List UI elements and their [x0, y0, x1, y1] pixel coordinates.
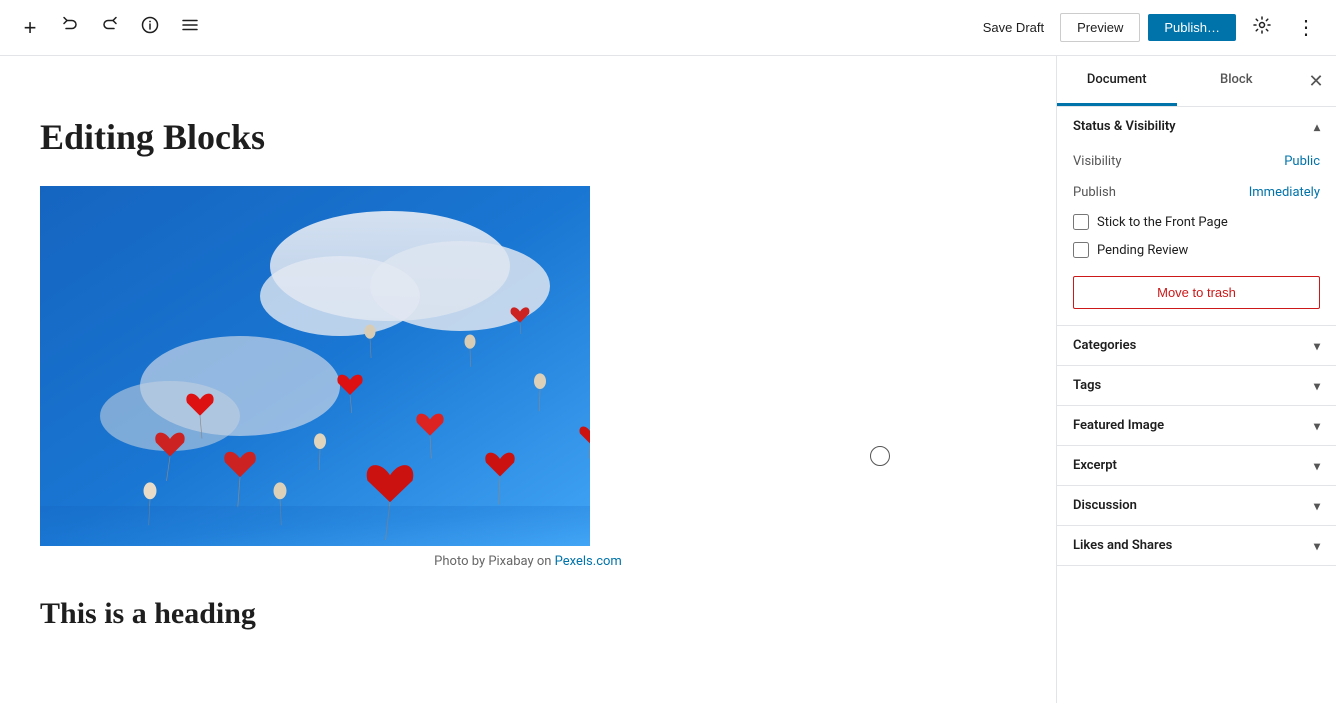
panel-discussion-header[interactable]: Discussion ▾	[1057, 486, 1336, 525]
panel-categories-header[interactable]: Categories ▾	[1057, 326, 1336, 365]
undo-icon	[61, 16, 79, 39]
chevron-up-icon: ▴	[1314, 120, 1320, 134]
chevron-down-icon-tags: ▾	[1314, 379, 1320, 393]
panel-tags-header[interactable]: Tags ▾	[1057, 366, 1336, 405]
tools-icon	[181, 16, 199, 39]
sidebar-close-button[interactable]: ✕	[1296, 57, 1336, 105]
redo-button[interactable]	[92, 10, 128, 46]
sidebar: Document Block ✕ Status & Visibility ▴ V…	[1056, 56, 1336, 703]
tools-button[interactable]	[172, 10, 208, 46]
panel-excerpt: Excerpt ▾	[1057, 446, 1336, 486]
post-image-container: Photo by Pixabay on Pexels.com	[40, 186, 1016, 569]
save-draft-button[interactable]: Save Draft	[975, 14, 1052, 41]
toolbar-right: Save Draft Preview Publish… ⋮	[975, 10, 1324, 46]
chevron-down-icon-excerpt: ▾	[1314, 459, 1320, 473]
publish-value[interactable]: Immediately	[1249, 185, 1320, 200]
panel-categories: Categories ▾	[1057, 326, 1336, 366]
panel-featured-image-title: Featured Image	[1073, 418, 1164, 433]
chevron-down-icon-likes: ▾	[1314, 539, 1320, 553]
more-options-button[interactable]: ⋮	[1288, 10, 1324, 46]
panel-likes-shares-title: Likes and Shares	[1073, 538, 1172, 553]
add-icon: +	[24, 15, 37, 41]
info-button[interactable]	[132, 10, 168, 46]
panel-tags: Tags ▾	[1057, 366, 1336, 406]
panel-status-visibility-title: Status & Visibility	[1073, 119, 1176, 134]
visibility-row: Visibility Public	[1073, 146, 1320, 177]
panel-likes-shares-header[interactable]: Likes and Shares ▾	[1057, 526, 1336, 565]
publish-label: Publish	[1073, 185, 1116, 200]
visibility-value[interactable]: Public	[1284, 154, 1320, 169]
undo-button[interactable]	[52, 10, 88, 46]
pending-review-label: Pending Review	[1097, 243, 1188, 258]
post-title[interactable]: Editing Blocks	[40, 116, 1016, 158]
gear-icon	[1253, 16, 1271, 39]
panel-categories-title: Categories	[1073, 338, 1136, 353]
panel-status-visibility: Status & Visibility ▴ Visibility Public …	[1057, 107, 1336, 326]
settings-button[interactable]	[1244, 10, 1280, 46]
panel-excerpt-header[interactable]: Excerpt ▾	[1057, 446, 1336, 485]
panel-discussion: Discussion ▾	[1057, 486, 1336, 526]
panel-featured-image: Featured Image ▾	[1057, 406, 1336, 446]
panel-status-visibility-content: Visibility Public Publish Immediately St…	[1057, 146, 1336, 325]
pending-review-checkbox[interactable]	[1073, 242, 1089, 258]
panel-likes-shares: Likes and Shares ▾	[1057, 526, 1336, 566]
post-heading[interactable]: This is a heading	[40, 597, 1016, 631]
image-caption: Photo by Pixabay on Pexels.com	[40, 554, 1016, 569]
panel-status-visibility-header[interactable]: Status & Visibility ▴	[1057, 107, 1336, 146]
tab-block[interactable]: Block	[1177, 56, 1297, 106]
tab-document[interactable]: Document	[1057, 56, 1177, 106]
toolbar: + Save Draft Preview Publish…	[0, 0, 1336, 56]
image-caption-link[interactable]: Pexels.com	[555, 554, 622, 569]
chevron-down-icon-featured: ▾	[1314, 419, 1320, 433]
publish-row: Publish Immediately	[1073, 177, 1320, 208]
panel-excerpt-title: Excerpt	[1073, 458, 1117, 473]
stick-front-page-label: Stick to the Front Page	[1097, 215, 1228, 230]
post-image[interactable]	[40, 186, 590, 546]
editor-area[interactable]: Editing Blocks	[0, 56, 1056, 703]
panel-featured-image-header[interactable]: Featured Image ▾	[1057, 406, 1336, 445]
redo-icon	[101, 16, 119, 39]
close-icon: ✕	[1308, 71, 1323, 92]
pending-review-row: Pending Review	[1073, 236, 1320, 264]
panel-discussion-title: Discussion	[1073, 498, 1137, 513]
publish-button[interactable]: Publish…	[1148, 14, 1236, 41]
info-icon	[141, 16, 159, 39]
main-layout: Editing Blocks	[0, 56, 1336, 703]
preview-button[interactable]: Preview	[1060, 13, 1140, 42]
add-block-button[interactable]: +	[12, 10, 48, 46]
stick-front-page-checkbox[interactable]	[1073, 214, 1089, 230]
visibility-label: Visibility	[1073, 154, 1122, 169]
stick-front-page-row: Stick to the Front Page	[1073, 208, 1320, 236]
sidebar-scroll: Status & Visibility ▴ Visibility Public …	[1057, 107, 1336, 703]
toolbar-left: +	[12, 10, 975, 46]
chevron-down-icon-categories: ▾	[1314, 339, 1320, 353]
move-to-trash-button[interactable]: Move to trash	[1073, 276, 1320, 309]
panel-tags-title: Tags	[1073, 378, 1101, 393]
sidebar-header: Document Block ✕	[1057, 56, 1336, 107]
chevron-down-icon-discussion: ▾	[1314, 499, 1320, 513]
more-vertical-icon: ⋮	[1296, 18, 1316, 38]
